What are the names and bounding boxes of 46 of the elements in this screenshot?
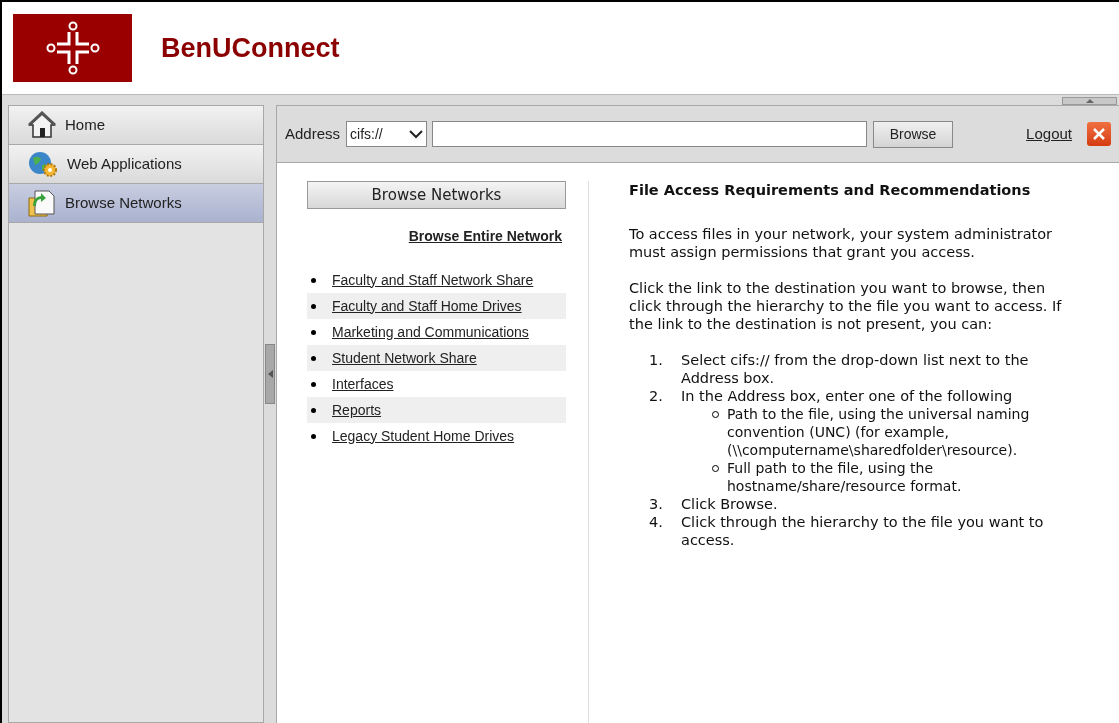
network-link[interactable]: Interfaces [332, 373, 394, 395]
bullet-icon [311, 381, 316, 387]
app-title: BenUConnect [161, 31, 340, 65]
close-button[interactable] [1087, 122, 1111, 146]
collapse-handle[interactable] [265, 344, 275, 404]
browse-button[interactable]: Browse [873, 120, 954, 148]
section-title: File Access Requirements and Recommendations [629, 181, 1032, 199]
house-icon [27, 111, 57, 139]
browse-entire-network-link[interactable]: Browse Entire Network [408, 226, 562, 247]
sub-step-text: Path to the file, using the universal naming convention (UNC) (for example, (\\computername\sharedfolder\resource). [727, 405, 1031, 459]
step-number: 1. [649, 351, 664, 370]
browse-networks-button[interactable]: Browse Networks [307, 181, 566, 209]
step-number: 3. [649, 495, 664, 513]
step-text: In the Address box, enter one of the following [681, 387, 1014, 405]
network-link[interactable]: Marketing and Communications [332, 321, 529, 343]
caret-up-icon [1085, 99, 1094, 103]
chevron-down-icon [409, 129, 424, 139]
globe-gear-icon [27, 150, 59, 178]
step-number: 4. [649, 513, 664, 532]
step-text: Select cifs:// from the drop-down list next to the Address box. [681, 351, 1030, 387]
sidebar-item[interactable]: Home [9, 106, 263, 145]
document-arrow-icon [27, 188, 57, 218]
paragraph: To access files in your network, your system administrator must assign permissions that grant you access. [629, 225, 1054, 261]
sidebar-item[interactable]: Web Applications [9, 145, 263, 184]
close-icon [1092, 127, 1106, 141]
address-label: Address [285, 123, 341, 144]
network-link[interactable]: Legacy Student Home Drives [332, 425, 515, 447]
bullet-icon [311, 407, 316, 413]
paragraph: Click the link to the destination you want to browse, then click through the hierarchy to the file you want to access. If the link to the destination is not present, you can: [629, 279, 1063, 333]
sub-step-text: Full path to the file, using the hostname/share/resource format. [727, 459, 963, 495]
logout-link[interactable]: Logout [1026, 122, 1072, 146]
scroll-up-button[interactable] [1062, 97, 1117, 105]
address-field[interactable] [432, 121, 868, 147]
bullet-icon [311, 277, 316, 283]
step-text: Click through the hierarchy to the file you want to access. [681, 513, 1045, 549]
step-text: Click Browse. [681, 495, 779, 513]
bullet-icon [311, 355, 316, 361]
step-number: 2. [649, 387, 664, 406]
bullet-icon [311, 303, 316, 309]
bullet-icon [311, 433, 316, 439]
protocol-dropdown[interactable]: cifs:// [346, 121, 428, 147]
sidebar-item[interactable]: Browse Networks [9, 184, 263, 223]
bullet-icon [311, 329, 316, 335]
network-link[interactable]: Faculty and Staff Network Share [332, 269, 534, 291]
caret-left-icon [267, 370, 273, 378]
network-link[interactable]: Reports [332, 399, 382, 421]
